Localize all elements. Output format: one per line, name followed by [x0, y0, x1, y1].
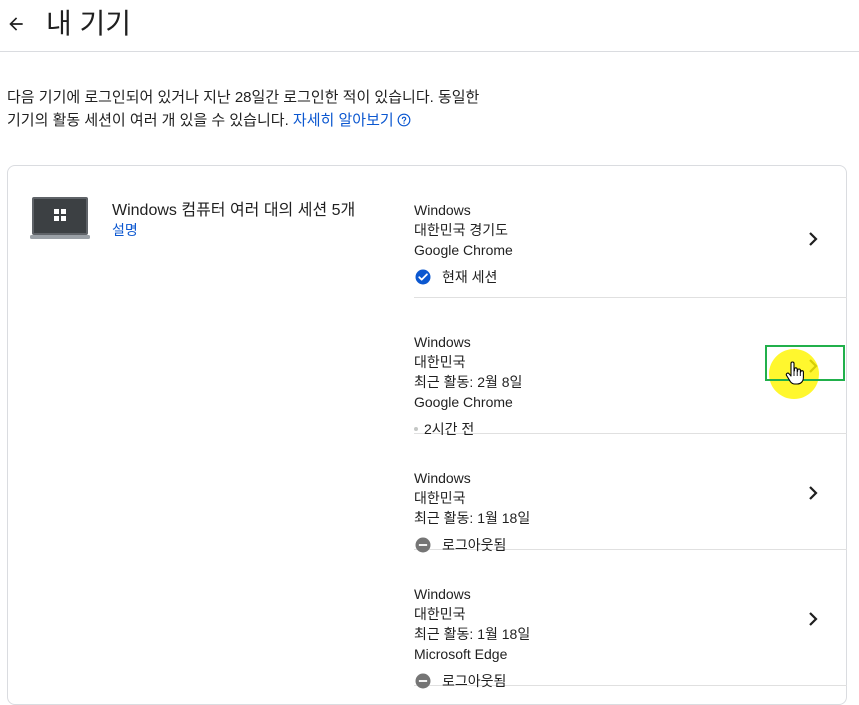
- back-button[interactable]: [4, 10, 28, 38]
- session-location: 대한민국: [414, 606, 466, 622]
- session-browser: Microsoft Edge: [414, 646, 508, 662]
- session-os: Windows: [414, 202, 471, 218]
- hand-pointer-icon: [785, 361, 804, 385]
- chevron-right-icon[interactable]: [805, 485, 821, 501]
- chevron-right-icon[interactable]: [805, 231, 821, 247]
- session-browser: Google Chrome: [414, 242, 513, 258]
- session-item-4[interactable]: Windows 대한민국 최근 활동: 1월 18일 Microsoft Edg…: [414, 550, 847, 689]
- help-circle-icon[interactable]: [397, 113, 411, 127]
- session-os: Windows: [414, 470, 471, 486]
- device-group-details-link[interactable]: 설명: [112, 221, 138, 239]
- device-group-card: Windows 컴퓨터 여러 대의 세션 5개 설명 Windows 대한민국 …: [7, 165, 847, 705]
- laptop-windows-icon: [30, 197, 90, 239]
- device-group-title: Windows 컴퓨터 여러 대의 세션 5개: [112, 202, 356, 219]
- session-status: 현재 세션: [414, 267, 847, 287]
- session-item-1[interactable]: Windows 대한민국 경기도 Google Chrome 현재 세션: [414, 166, 847, 298]
- intro-line-1: 다음 기기에 로그인되어 있거나 지난 28일간 로그인한 적이 있습니다. 동…: [7, 89, 480, 106]
- minus-circle-icon: [415, 673, 431, 689]
- session-last-activity: 최근 활동: 1월 18일: [414, 510, 531, 526]
- check-circle-icon: [415, 269, 431, 285]
- learn-more-link[interactable]: 자세히 알아보기: [293, 112, 394, 129]
- dot-icon: [414, 427, 418, 431]
- session-location: 대한민국: [414, 490, 466, 506]
- top-bar: 내 기기: [0, 0, 859, 52]
- chevron-right-icon[interactable]: [805, 611, 821, 627]
- session-status: 로그아웃됨: [414, 671, 847, 691]
- click-target-highlight-box: [765, 345, 845, 381]
- session-os: Windows: [414, 586, 471, 602]
- session-list: Windows 대한민국 경기도 Google Chrome 현재 세션 Win…: [414, 166, 847, 689]
- session-location: 대한민국 경기도: [414, 222, 509, 238]
- arrow-left-icon: [9, 17, 23, 31]
- session-status-text: 현재 세션: [442, 269, 498, 285]
- intro-line-2-text: 기기의 활동 세션이 여러 개 있을 수 있습니다.: [7, 112, 289, 129]
- intro-text: 다음 기기에 로그인되어 있거나 지난 28일간 로그인한 적이 있습니다. 동…: [7, 86, 567, 132]
- intro-line-2: 기기의 활동 세션이 여러 개 있을 수 있습니다. 자세히 알아보기: [7, 109, 567, 132]
- session-last-activity: 최근 활동: 1월 18일: [414, 626, 531, 642]
- page-title: 내 기기: [46, 8, 132, 39]
- session-item-3[interactable]: Windows 대한민국 최근 활동: 1월 18일 로그아웃됨: [414, 434, 847, 553]
- session-status-text: 로그아웃됨: [442, 673, 507, 689]
